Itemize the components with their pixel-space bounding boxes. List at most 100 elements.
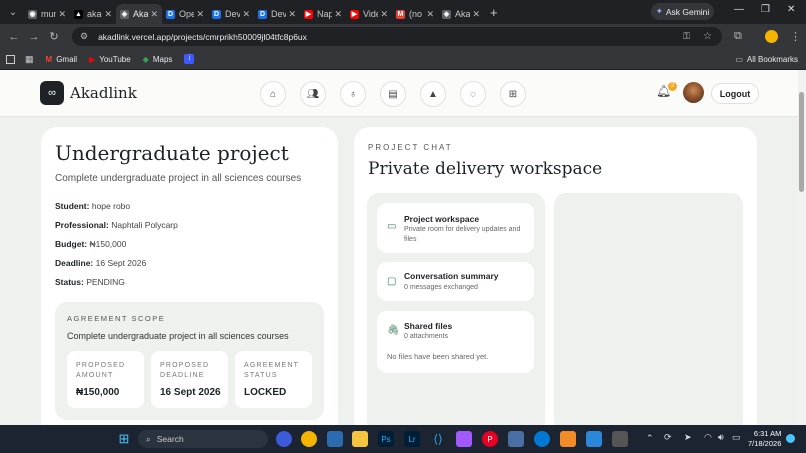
browser-tab[interactable]: ◈ Akad✕: [116, 4, 162, 24]
nav-users-button[interactable]: 👥︎: [300, 81, 326, 107]
tab-label: Dev: [271, 9, 287, 19]
tab-label: Akad: [455, 9, 471, 19]
akadlink-logo[interactable]: ∞: [40, 81, 64, 105]
close-tab-icon[interactable]: ✕: [288, 9, 296, 20]
browser-tab[interactable]: D Dev ✕: [208, 4, 254, 24]
page-scrollbar[interactable]: [798, 70, 806, 425]
project-title: Undergraduate project: [55, 141, 289, 165]
defender-icon[interactable]: [586, 431, 602, 447]
close-tab-icon[interactable]: ✕: [150, 9, 158, 20]
reload-icon[interactable]: ↻: [44, 30, 64, 43]
close-tab-icon[interactable]: ✕: [472, 9, 480, 20]
nav-graduation-button[interactable]: ▲: [420, 81, 446, 107]
nav-grid-button[interactable]: ⊞: [500, 81, 526, 107]
proposed-amount-label: PROPOSED AMOUNT: [76, 362, 126, 379]
tab-label: akad: [87, 9, 102, 19]
project-chat-card: PROJECT CHAT Private delivery workspace …: [354, 127, 757, 425]
nav-award-button[interactable]: ♁: [340, 81, 366, 107]
forward-icon[interactable]: →: [24, 31, 44, 43]
browser-tab[interactable]: ▲ akad✕: [70, 4, 116, 24]
app-icon-1[interactable]: [327, 431, 343, 447]
browser-tab[interactable]: ◉ muni✕: [24, 4, 70, 24]
app-icon-4[interactable]: [612, 431, 628, 447]
photos-icon[interactable]: [508, 431, 524, 447]
tab-favicon-icon: ◈: [120, 9, 129, 19]
proposed-amount-value: ₦150,000: [76, 387, 120, 398]
copilot-icon[interactable]: [276, 431, 292, 447]
url-text[interactable]: akadlink.vercel.app/projects/cmrprikh500…: [98, 32, 307, 42]
close-tab-icon[interactable]: ✕: [334, 9, 342, 20]
brand-name[interactable]: Akadlink: [70, 84, 137, 102]
extensions-icon[interactable]: ⧉: [734, 30, 742, 43]
close-tab-icon[interactable]: ✕: [196, 9, 204, 20]
nav-chat-button[interactable]: ◌: [460, 81, 486, 107]
file-explorer-icon[interactable]: [352, 431, 368, 447]
notification-badge: 2: [668, 82, 677, 91]
close-window-icon[interactable]: ✕: [787, 4, 795, 15]
bookmark-gmail[interactable]: M Gmail: [46, 55, 78, 64]
browser-tab[interactable]: M (no s✕: [392, 4, 438, 24]
close-tab-icon[interactable]: ✕: [380, 9, 388, 20]
user-avatar[interactable]: [683, 82, 704, 103]
close-tab-icon[interactable]: ✕: [104, 9, 112, 20]
wifi-icon[interactable]: ◠: [704, 432, 712, 443]
bookmark-youtube[interactable]: ▶ YouTube: [89, 55, 131, 64]
gmail-icon: M: [45, 54, 53, 64]
notification-center-icon[interactable]: [786, 434, 795, 443]
browser-menu-icon[interactable]: ⋮: [790, 30, 801, 43]
photoshop-icon[interactable]: Ps: [378, 431, 394, 447]
close-tab-icon[interactable]: ✕: [58, 9, 66, 20]
browser-tab[interactable]: D Dev ✕: [254, 4, 300, 24]
bookmark-maps[interactable]: ◆ Maps: [143, 55, 173, 64]
ask-gemini-button[interactable]: ✦ Ask Gemini: [651, 3, 714, 20]
nav-document-button[interactable]: ▤: [380, 81, 406, 107]
browser-tab[interactable]: D Ope ✕: [162, 4, 208, 24]
browser-tab[interactable]: ▶ Napt✕: [300, 4, 346, 24]
vscode-icon[interactable]: ⟨⟩: [430, 431, 446, 447]
chrome-icon[interactable]: [301, 431, 317, 447]
scrollbar-thumb[interactable]: [799, 92, 804, 192]
minimize-icon[interactable]: —: [734, 4, 744, 15]
proposed-deadline-card: PROPOSED DEADLINE 16 Sept 2026: [151, 351, 228, 408]
conversation-summary-item[interactable]: ▢ Conversation summary 0 messages exchan…: [377, 262, 534, 301]
browser-tab[interactable]: ▶ Vide ✕: [346, 4, 392, 24]
site-info-icon[interactable]: ⚙: [80, 31, 88, 42]
budget-row: Budget: ₦150,000: [55, 239, 127, 249]
password-key-icon[interactable]: ⚿: [683, 31, 690, 42]
windows-start-icon[interactable]: ⊞: [116, 431, 132, 447]
gemini-icon: ✦: [655, 6, 663, 16]
volume-icon[interactable]: 🔊︎: [718, 432, 724, 443]
close-tab-icon[interactable]: ✕: [426, 9, 434, 20]
logout-button[interactable]: Logout: [711, 83, 759, 104]
app-icon-3[interactable]: [560, 431, 576, 447]
show-hidden-icons[interactable]: ⌃: [646, 433, 654, 444]
info-bookmark-icon[interactable]: i: [184, 54, 195, 64]
project-workspace-item[interactable]: ▭ Project workspace Private room for del…: [377, 203, 534, 253]
profile-avatar-icon[interactable]: [765, 30, 778, 43]
pinterest-icon[interactable]: P: [482, 431, 498, 447]
system-clock[interactable]: 6:31 AM 7/18/2026: [748, 429, 781, 449]
sync-icon[interactable]: ⟳: [664, 432, 672, 443]
shared-files-item[interactable]: 🖇︎ Shared files 0 attachments No files h…: [377, 311, 534, 373]
omnibox[interactable]: ⚙ akadlink.vercel.app/projects/cmrprikh5…: [72, 27, 722, 46]
maximize-icon[interactable]: ❐: [761, 4, 770, 15]
battery-icon[interactable]: ▭: [732, 432, 741, 443]
all-bookmarks[interactable]: ▭ All Bookmarks: [735, 55, 798, 64]
close-tab-icon[interactable]: ✕: [242, 9, 250, 20]
tab-search-icon[interactable]: ⌄: [2, 3, 24, 21]
taskbar-search[interactable]: ⌕ Search: [138, 430, 268, 448]
project-details-card: Undergraduate project Complete undergrad…: [41, 127, 338, 425]
bookmark-star-icon[interactable]: ☆: [703, 31, 712, 42]
tab-favicon-icon: ▶: [304, 9, 313, 19]
tab-groups-icon[interactable]: ▦: [25, 54, 34, 65]
app-icon-2[interactable]: [534, 431, 550, 447]
nav-home-button[interactable]: ⌂: [260, 81, 286, 107]
tab-favicon-icon: D: [258, 9, 267, 19]
new-tab-button[interactable]: +: [490, 5, 498, 20]
send-icon[interactable]: ➤: [684, 432, 692, 443]
apps-icon[interactable]: [6, 54, 15, 64]
figma-icon[interactable]: [456, 431, 472, 447]
back-icon[interactable]: ←: [4, 31, 24, 43]
browser-tab[interactable]: ◈ Akad✕: [438, 4, 484, 24]
lightroom-icon[interactable]: Lr: [404, 431, 420, 447]
